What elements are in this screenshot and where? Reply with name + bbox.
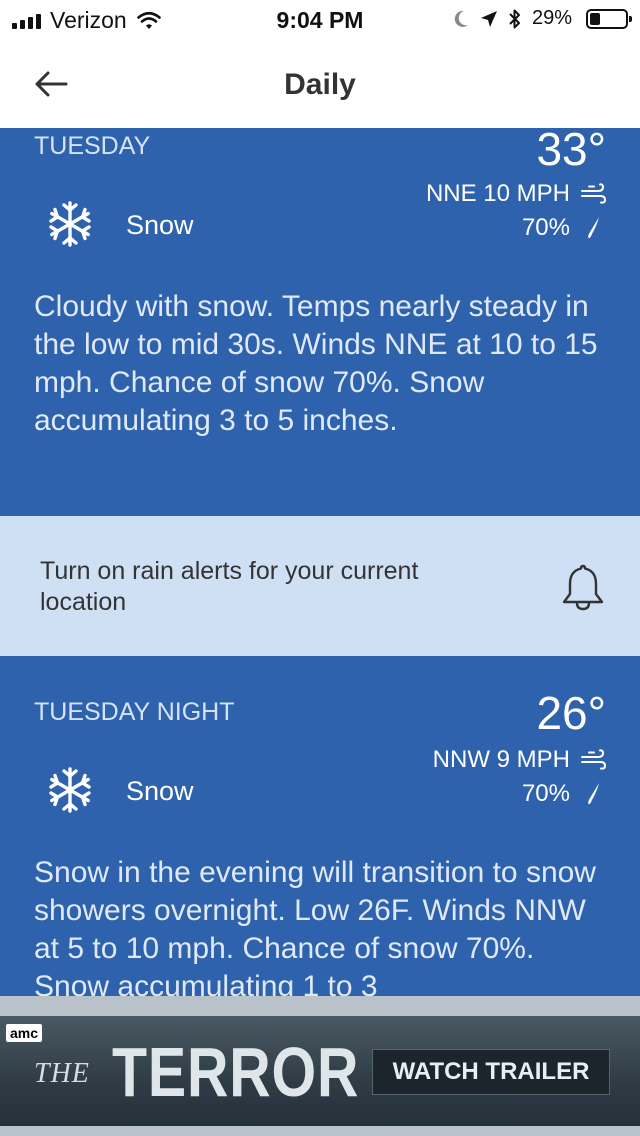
raindrop-icon	[588, 783, 599, 805]
precip-value: 70%	[521, 780, 570, 807]
condition-label: Snow	[126, 210, 194, 240]
status-right: 29%	[452, 7, 632, 30]
period-label: TUESDAY NIGHT	[34, 698, 235, 726]
battery-percent: 29%	[531, 7, 572, 29]
precip-info: 70%	[522, 214, 600, 242]
bell-icon[interactable]	[560, 562, 606, 612]
rain-alert-text: Turn on rain alerts for your current loc…	[40, 557, 419, 616]
forecast-narrative: Snow in the evening will transition to s…	[34, 856, 596, 996]
ad-network-logo: amc	[6, 1024, 43, 1042]
moon-icon	[454, 10, 468, 27]
bluetooth-icon	[509, 9, 520, 28]
wind-icon	[581, 183, 606, 204]
forecast-scroll-area[interactable]: TUESDAY 33° NNE 10 MPH 70% Snow Cloudy w…	[0, 128, 640, 996]
wind-value: NNW 9 MPH	[432, 746, 570, 773]
temperature: 26°	[536, 687, 606, 739]
location-arrow-icon	[480, 10, 497, 27]
battery-fill	[590, 12, 600, 25]
condition-label: Snow	[126, 776, 194, 806]
ad-banner[interactable]: amc THE TERROR WATCH TRAILER	[0, 1016, 640, 1126]
watch-trailer-button[interactable]: WATCH TRAILER	[372, 1049, 610, 1095]
precip-value: 70%	[521, 214, 570, 241]
nav-bar: Daily	[0, 40, 640, 128]
wind-value: NNE 10 MPH	[425, 180, 570, 207]
battery-icon	[586, 8, 632, 29]
snowflake-icon	[49, 767, 91, 813]
ad-show-title: TERROR	[112, 1033, 360, 1111]
precip-info: 70%	[522, 780, 600, 808]
status-bar: Verizon 9:04 PM 29%	[0, 0, 640, 40]
wind-info: NNE 10 MPH	[426, 180, 606, 208]
period-label: TUESDAY	[34, 132, 151, 160]
forecast-card: TUESDAY NIGHT 26° NNW 9 MPH 70% Snow Sno…	[0, 656, 640, 996]
forecast-narrative: Cloudy with snow. Temps nearly steady in…	[34, 290, 598, 437]
wind-icon	[581, 749, 606, 770]
snowflake-icon	[49, 201, 91, 247]
forecast-card: TUESDAY 33° NNE 10 MPH 70% Snow Cloudy w…	[0, 128, 640, 516]
ad-container: amc THE TERROR WATCH TRAILER	[0, 996, 640, 1136]
rain-alert-banner[interactable]: Turn on rain alerts for your current loc…	[0, 516, 640, 656]
wind-info: NNW 9 MPH	[433, 746, 606, 774]
ad-title-prefix: THE	[34, 1058, 90, 1089]
page-title: Daily	[284, 68, 356, 101]
raindrop-icon	[588, 217, 599, 239]
temperature: 33°	[536, 128, 606, 175]
